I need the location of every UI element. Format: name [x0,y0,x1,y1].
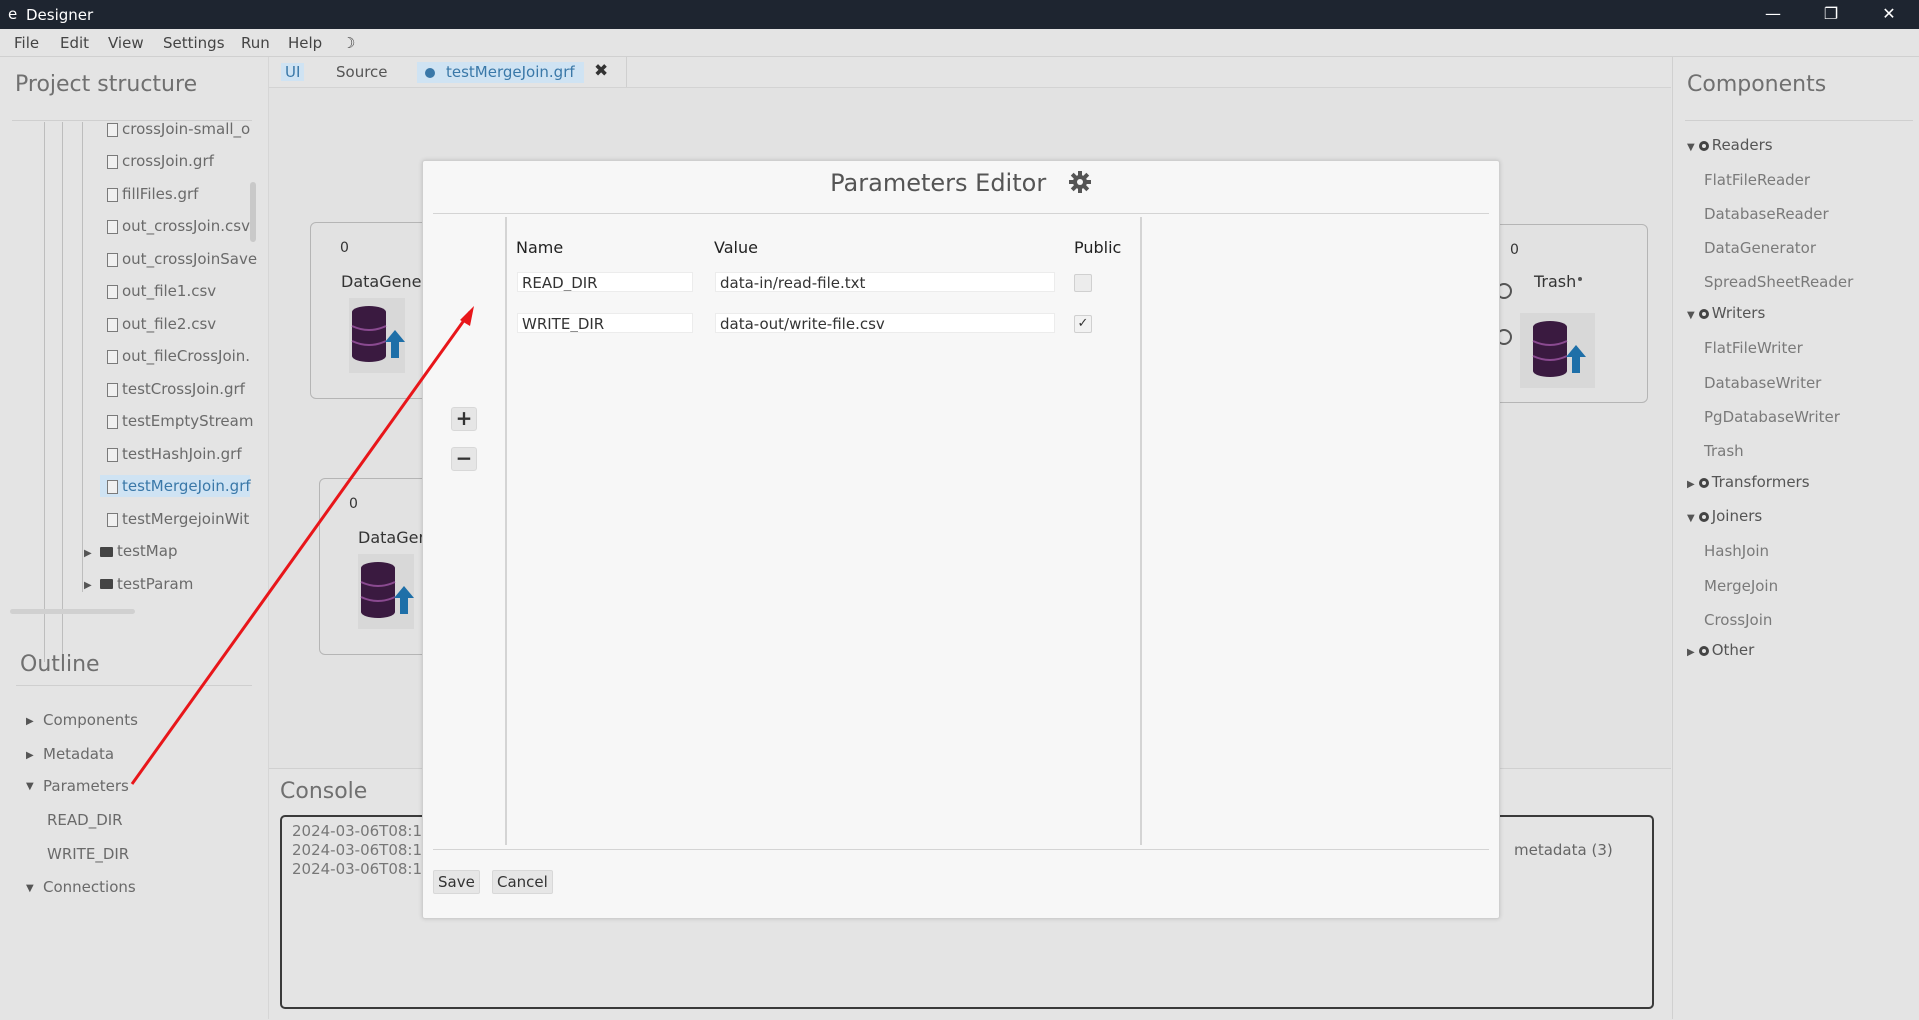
annotation-arrow [130,306,474,785]
